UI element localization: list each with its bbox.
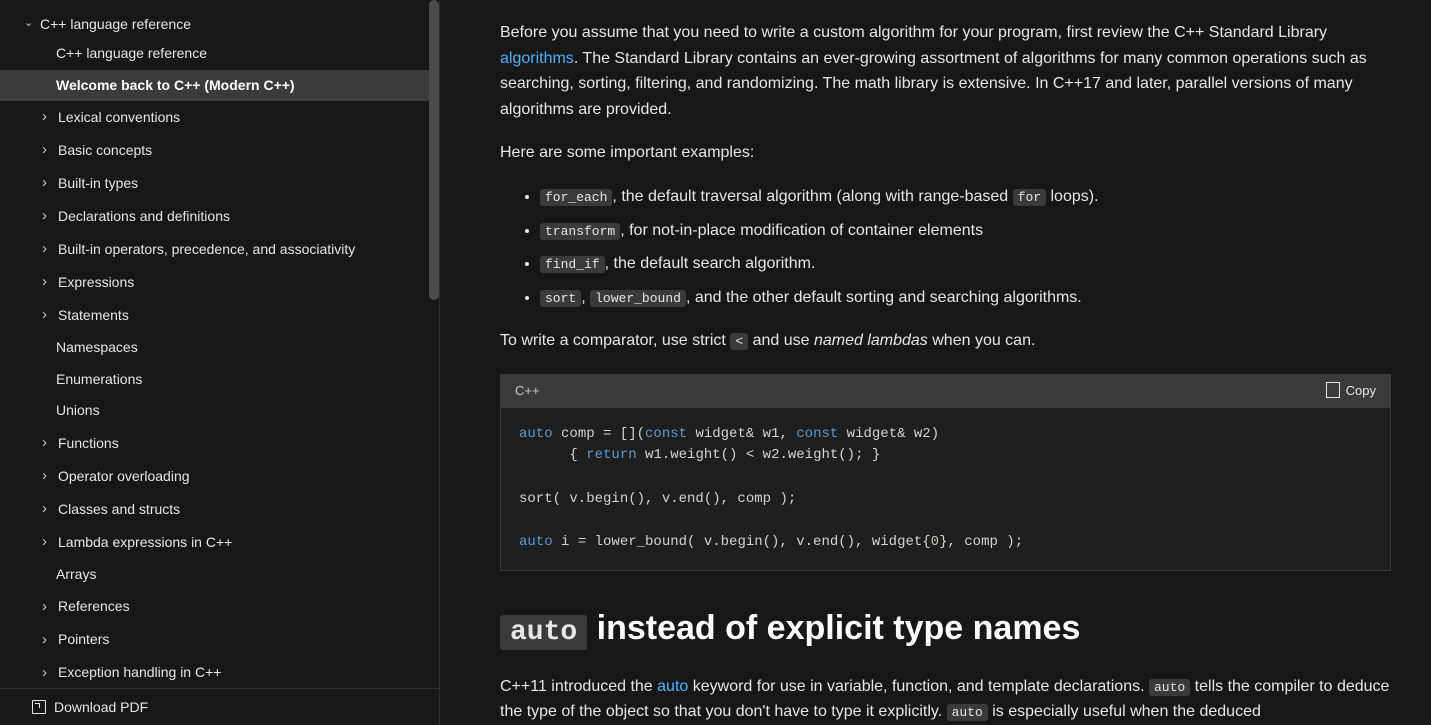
- sidebar-item-label: Pointers: [58, 630, 109, 650]
- auto-paragraph: C++11 introduced the auto keyword for us…: [500, 674, 1391, 725]
- sidebar-item-label: Built-in types: [58, 174, 138, 194]
- sidebar-item-label: Enumerations: [56, 370, 142, 390]
- chevron-right-icon: [42, 272, 56, 293]
- chevron-right-icon: [42, 597, 56, 618]
- scrollbar-thumb[interactable]: [429, 0, 439, 300]
- sidebar-item-10[interactable]: Enumerations: [0, 364, 439, 396]
- list-item: for_each, the default traversal algorith…: [540, 184, 1391, 210]
- sidebar-item-label: Lambda expressions in C++: [58, 533, 232, 553]
- sidebar-item-label: Functions: [58, 434, 119, 454]
- code-header: C++ Copy: [501, 375, 1390, 408]
- code-language-label: C++: [515, 381, 540, 402]
- sidebar-item-17[interactable]: References: [0, 591, 439, 624]
- main-content: Before you assume that you need to write…: [440, 0, 1431, 725]
- sidebar-item-9[interactable]: Namespaces: [0, 332, 439, 364]
- sidebar-item-label: Welcome back to C++ (Modern C++): [56, 76, 295, 96]
- examples-lead: Here are some important examples:: [500, 140, 1391, 166]
- sidebar-item-5[interactable]: Declarations and definitions: [0, 200, 439, 233]
- chevron-right-icon: [42, 305, 56, 326]
- copy-label: Copy: [1346, 381, 1376, 402]
- chevron-down-icon: [24, 18, 38, 31]
- algo-code: for: [1013, 189, 1046, 206]
- sidebar-item-3[interactable]: Basic concepts: [0, 134, 439, 167]
- list-item: sort, lower_bound, and the other default…: [540, 285, 1391, 311]
- sidebar-item-label: Classes and structs: [58, 500, 180, 520]
- sidebar-item-label: References: [58, 597, 130, 617]
- sidebar-item-13[interactable]: Operator overloading: [0, 460, 439, 493]
- sidebar-item-6[interactable]: Built-in operators, precedence, and asso…: [0, 233, 439, 266]
- list-item: transform, for not-in-place modification…: [540, 218, 1391, 244]
- download-pdf-label: Download PDF: [54, 699, 148, 715]
- sidebar-item-19[interactable]: Exception handling in C++: [0, 657, 439, 690]
- code-body: auto comp = [](const widget& w1, const w…: [501, 408, 1390, 570]
- sidebar-item-7[interactable]: Expressions: [0, 266, 439, 299]
- list-item: find_if, the default search algorithm.: [540, 251, 1391, 277]
- code-block: C++ Copy auto comp = [](const widget& w1…: [500, 374, 1391, 571]
- sidebar-section-title[interactable]: C++ language reference: [0, 10, 439, 38]
- sidebar-section-label: C++ language reference: [40, 16, 191, 32]
- sidebar-item-label: Basic concepts: [58, 141, 152, 161]
- algorithms-link[interactable]: algorithms: [500, 50, 574, 67]
- sidebar-item-label: Built-in operators, precedence, and asso…: [58, 240, 355, 260]
- sidebar-item-2[interactable]: Lexical conventions: [0, 101, 439, 134]
- auto-heading-code: auto: [500, 615, 587, 650]
- sidebar-item-label: Unions: [56, 401, 100, 421]
- sidebar-item-11[interactable]: Unions: [0, 395, 439, 427]
- download-pdf-icon: [32, 700, 46, 714]
- algo-code: for_each: [540, 189, 612, 206]
- intro-paragraph: Before you assume that you need to write…: [500, 20, 1391, 122]
- copy-icon: [1328, 384, 1340, 398]
- chevron-right-icon: [42, 173, 56, 194]
- auto-code-1: auto: [1149, 679, 1190, 696]
- sidebar-item-label: Namespaces: [56, 338, 138, 358]
- sidebar: C++ language reference C++ language refe…: [0, 0, 440, 725]
- chevron-right-icon: [42, 206, 56, 227]
- algorithms-list: for_each, the default traversal algorith…: [540, 184, 1391, 310]
- named-lambdas-em: named lambdas: [814, 332, 928, 349]
- sidebar-item-4[interactable]: Built-in types: [0, 167, 439, 200]
- sidebar-item-label: Statements: [58, 306, 129, 326]
- chevron-right-icon: [42, 499, 56, 520]
- chevron-right-icon: [42, 466, 56, 487]
- chevron-right-icon: [42, 239, 56, 260]
- chevron-right-icon: [42, 107, 56, 128]
- lt-code: <: [730, 333, 748, 350]
- sidebar-item-8[interactable]: Statements: [0, 299, 439, 332]
- copy-button[interactable]: Copy: [1328, 381, 1376, 402]
- sidebar-item-1[interactable]: Welcome back to C++ (Modern C++): [0, 70, 439, 102]
- algo-code: find_if: [540, 256, 605, 273]
- sidebar-item-label: Expressions: [58, 273, 134, 293]
- algo-code: sort: [540, 290, 581, 307]
- algo-code: lower_bound: [590, 290, 686, 307]
- chevron-right-icon: [42, 140, 56, 161]
- chevron-right-icon: [42, 532, 56, 553]
- auto-keyword-link[interactable]: auto: [657, 678, 688, 695]
- sidebar-item-label: Lexical conventions: [58, 108, 180, 128]
- sidebar-item-0[interactable]: C++ language reference: [0, 38, 439, 70]
- sidebar-item-16[interactable]: Arrays: [0, 559, 439, 591]
- chevron-right-icon: [42, 663, 56, 684]
- sidebar-item-14[interactable]: Classes and structs: [0, 493, 439, 526]
- comparator-paragraph: To write a comparator, use strict < and …: [500, 328, 1391, 354]
- sidebar-item-18[interactable]: Pointers: [0, 624, 439, 657]
- chevron-right-icon: [42, 433, 56, 454]
- sidebar-item-label: C++ language reference: [56, 44, 207, 64]
- sidebar-item-label: Declarations and definitions: [58, 207, 230, 227]
- sidebar-item-label: Exception handling in C++: [58, 663, 221, 683]
- sidebar-item-15[interactable]: Lambda expressions in C++: [0, 526, 439, 559]
- sidebar-item-12[interactable]: Functions: [0, 427, 439, 460]
- download-pdf-button[interactable]: Download PDF: [0, 688, 439, 725]
- sidebar-item-label: Arrays: [56, 565, 96, 585]
- auto-section-heading: auto instead of explicit type names: [500, 601, 1391, 656]
- chevron-right-icon: [42, 630, 56, 651]
- sidebar-item-label: Operator overloading: [58, 467, 190, 487]
- auto-code-2: auto: [947, 704, 988, 721]
- algo-code: transform: [540, 223, 620, 240]
